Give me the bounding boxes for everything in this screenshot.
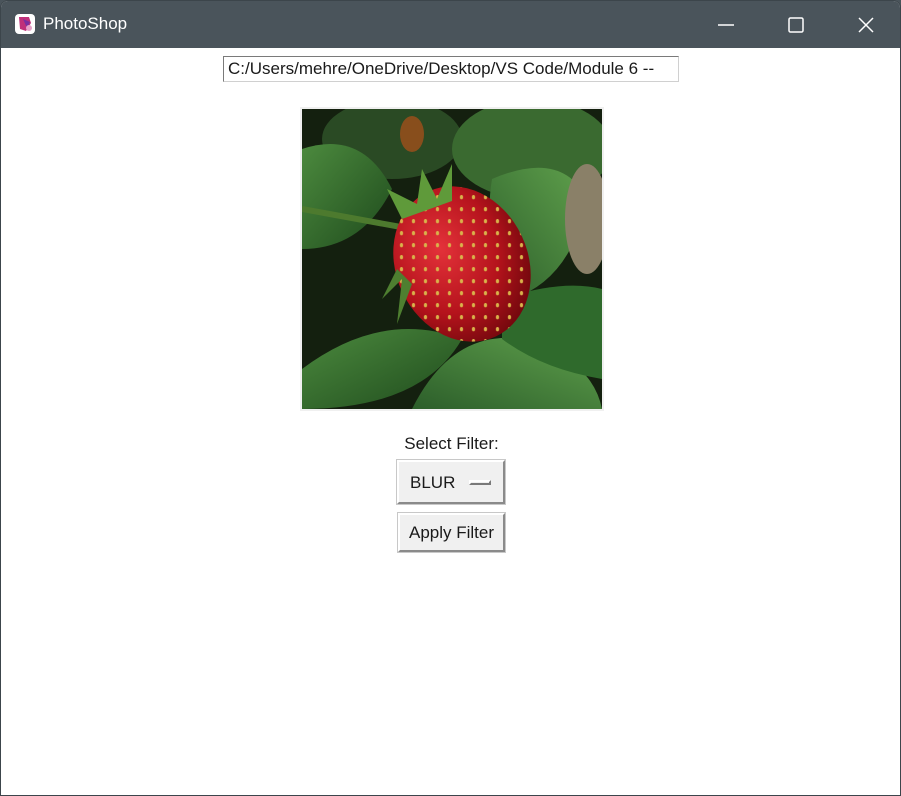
app-window: PhotoShop C:/Users/mehre/OneDrive/Deskto… <box>0 0 901 796</box>
strawberry-image <box>301 99 612 409</box>
select-filter-label: Select Filter: <box>404 434 499 453</box>
filter-selected-value: BLUR <box>410 473 456 492</box>
close-icon <box>858 16 874 33</box>
maximize-icon <box>788 16 804 33</box>
app-icon <box>15 14 35 34</box>
window-title: PhotoShop <box>43 14 128 33</box>
filter-dropdown[interactable]: BLUR <box>397 460 505 504</box>
title-bar[interactable]: PhotoShop <box>1 1 900 48</box>
minimize-icon <box>718 23 734 26</box>
minimize-button[interactable] <box>691 1 761 48</box>
maximize-button[interactable] <box>761 1 831 48</box>
image-preview <box>300 99 612 411</box>
close-button[interactable] <box>831 1 900 48</box>
dropdown-indicator-icon <box>469 480 491 485</box>
file-path-field[interactable]: C:/Users/mehre/OneDrive/Desktop/VS Code/… <box>223 56 679 82</box>
apply-filter-button[interactable]: Apply Filter <box>398 513 505 552</box>
